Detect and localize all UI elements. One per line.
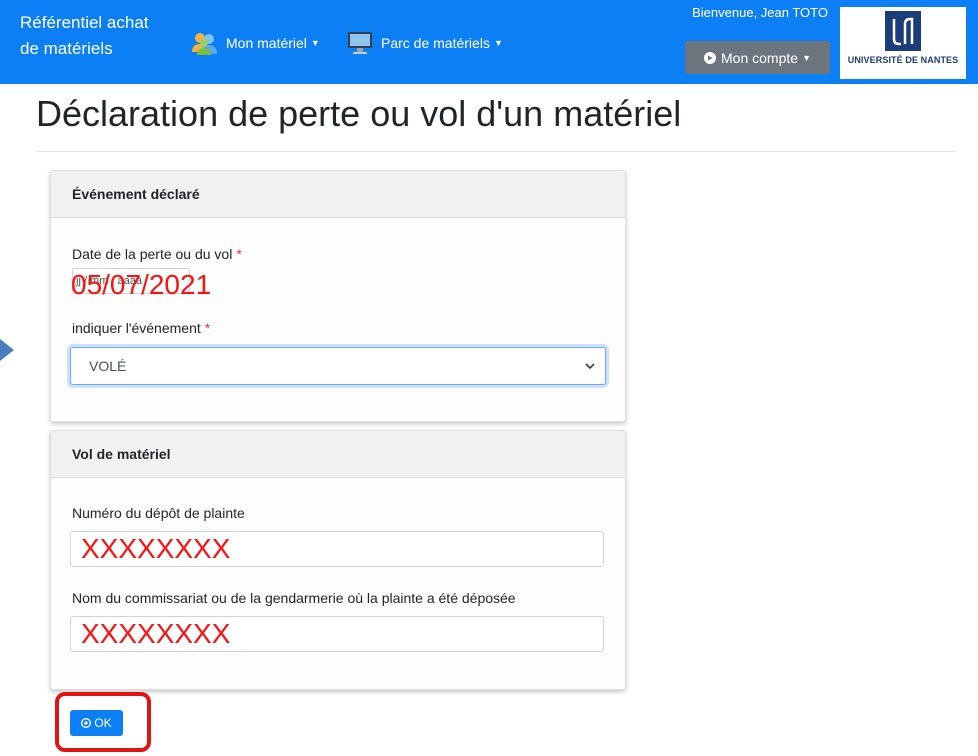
complaint-label: Numéro du dépôt de plainte bbox=[72, 505, 245, 521]
menu-parc-label: Parc de matériels bbox=[381, 35, 490, 51]
event-label: indiquer l'événement * bbox=[72, 320, 210, 336]
page-title: Déclaration de perte ou vol d'un matérie… bbox=[36, 93, 682, 134]
app-brand[interactable]: Référentiel achat de matériels bbox=[20, 10, 180, 62]
circle-arrow-icon bbox=[704, 51, 717, 64]
caret-down-icon: ▼ bbox=[310, 38, 320, 48]
date-label: Date de la perte ou du vol * bbox=[72, 246, 242, 262]
ok-label: OK bbox=[94, 716, 112, 730]
required-marker: * bbox=[236, 246, 242, 262]
caret-down-icon: ▼ bbox=[802, 52, 811, 63]
users-icon bbox=[192, 33, 217, 55]
theft-card: Vol de matériel Numéro du dépôt de plain… bbox=[50, 430, 626, 690]
event-select[interactable]: VOLÉ bbox=[70, 347, 606, 385]
brand-line-2: de matériels bbox=[20, 39, 113, 58]
menu-parc-materiels[interactable]: Parc de matériels ▼ bbox=[346, 28, 503, 58]
complaint-number-value: XXXXXXXX bbox=[81, 533, 231, 564]
menu-mon-materiel-label: Mon matériel bbox=[226, 35, 307, 51]
required-marker: * bbox=[204, 320, 211, 336]
brand-line-1: Référentiel achat bbox=[20, 13, 149, 32]
date-label-text: Date de la perte ou du vol bbox=[72, 246, 233, 262]
university-logo: UNIVERSITÉ DE NANTES bbox=[840, 7, 966, 79]
theft-card-header: Vol de matériel bbox=[51, 431, 625, 478]
title-divider bbox=[36, 151, 956, 152]
logo-text: UNIVERSITÉ DE NANTES bbox=[847, 55, 959, 65]
pointer-arrow-icon bbox=[0, 339, 14, 361]
account-dropdown-button[interactable]: Mon compte ▼ bbox=[685, 41, 830, 74]
station-label: Nom du commissariat ou de la gendarmerie… bbox=[72, 590, 516, 606]
top-navbar: Référentiel achat de matériels Mon matér… bbox=[0, 0, 978, 84]
complaint-number-input[interactable]: XXXXXXXX bbox=[70, 531, 604, 567]
circle-arrow-icon bbox=[81, 718, 92, 728]
chevron-down-icon bbox=[585, 363, 595, 370]
ok-button[interactable]: OK bbox=[70, 710, 123, 736]
event-selected-value: VOLÉ bbox=[89, 358, 127, 374]
account-label: Mon compte bbox=[721, 49, 799, 66]
caret-down-icon: ▼ bbox=[493, 38, 503, 48]
logo-mark-icon bbox=[885, 11, 921, 51]
monitor-icon bbox=[348, 32, 372, 54]
welcome-text: Bienvenue, Jean TOTO bbox=[692, 5, 828, 20]
event-label-text: indiquer l'événement bbox=[72, 320, 201, 336]
event-card: Événement déclaré Date de la perte ou du… bbox=[50, 170, 626, 422]
station-name-value: XXXXXXXX bbox=[81, 618, 231, 649]
date-value-annotation: 05/07/2021 bbox=[71, 269, 212, 300]
event-card-header: Événement déclaré bbox=[51, 171, 625, 218]
menu-mon-materiel[interactable]: Mon matériel ▼ bbox=[190, 28, 320, 58]
station-name-input[interactable]: XXXXXXXX bbox=[70, 616, 604, 652]
